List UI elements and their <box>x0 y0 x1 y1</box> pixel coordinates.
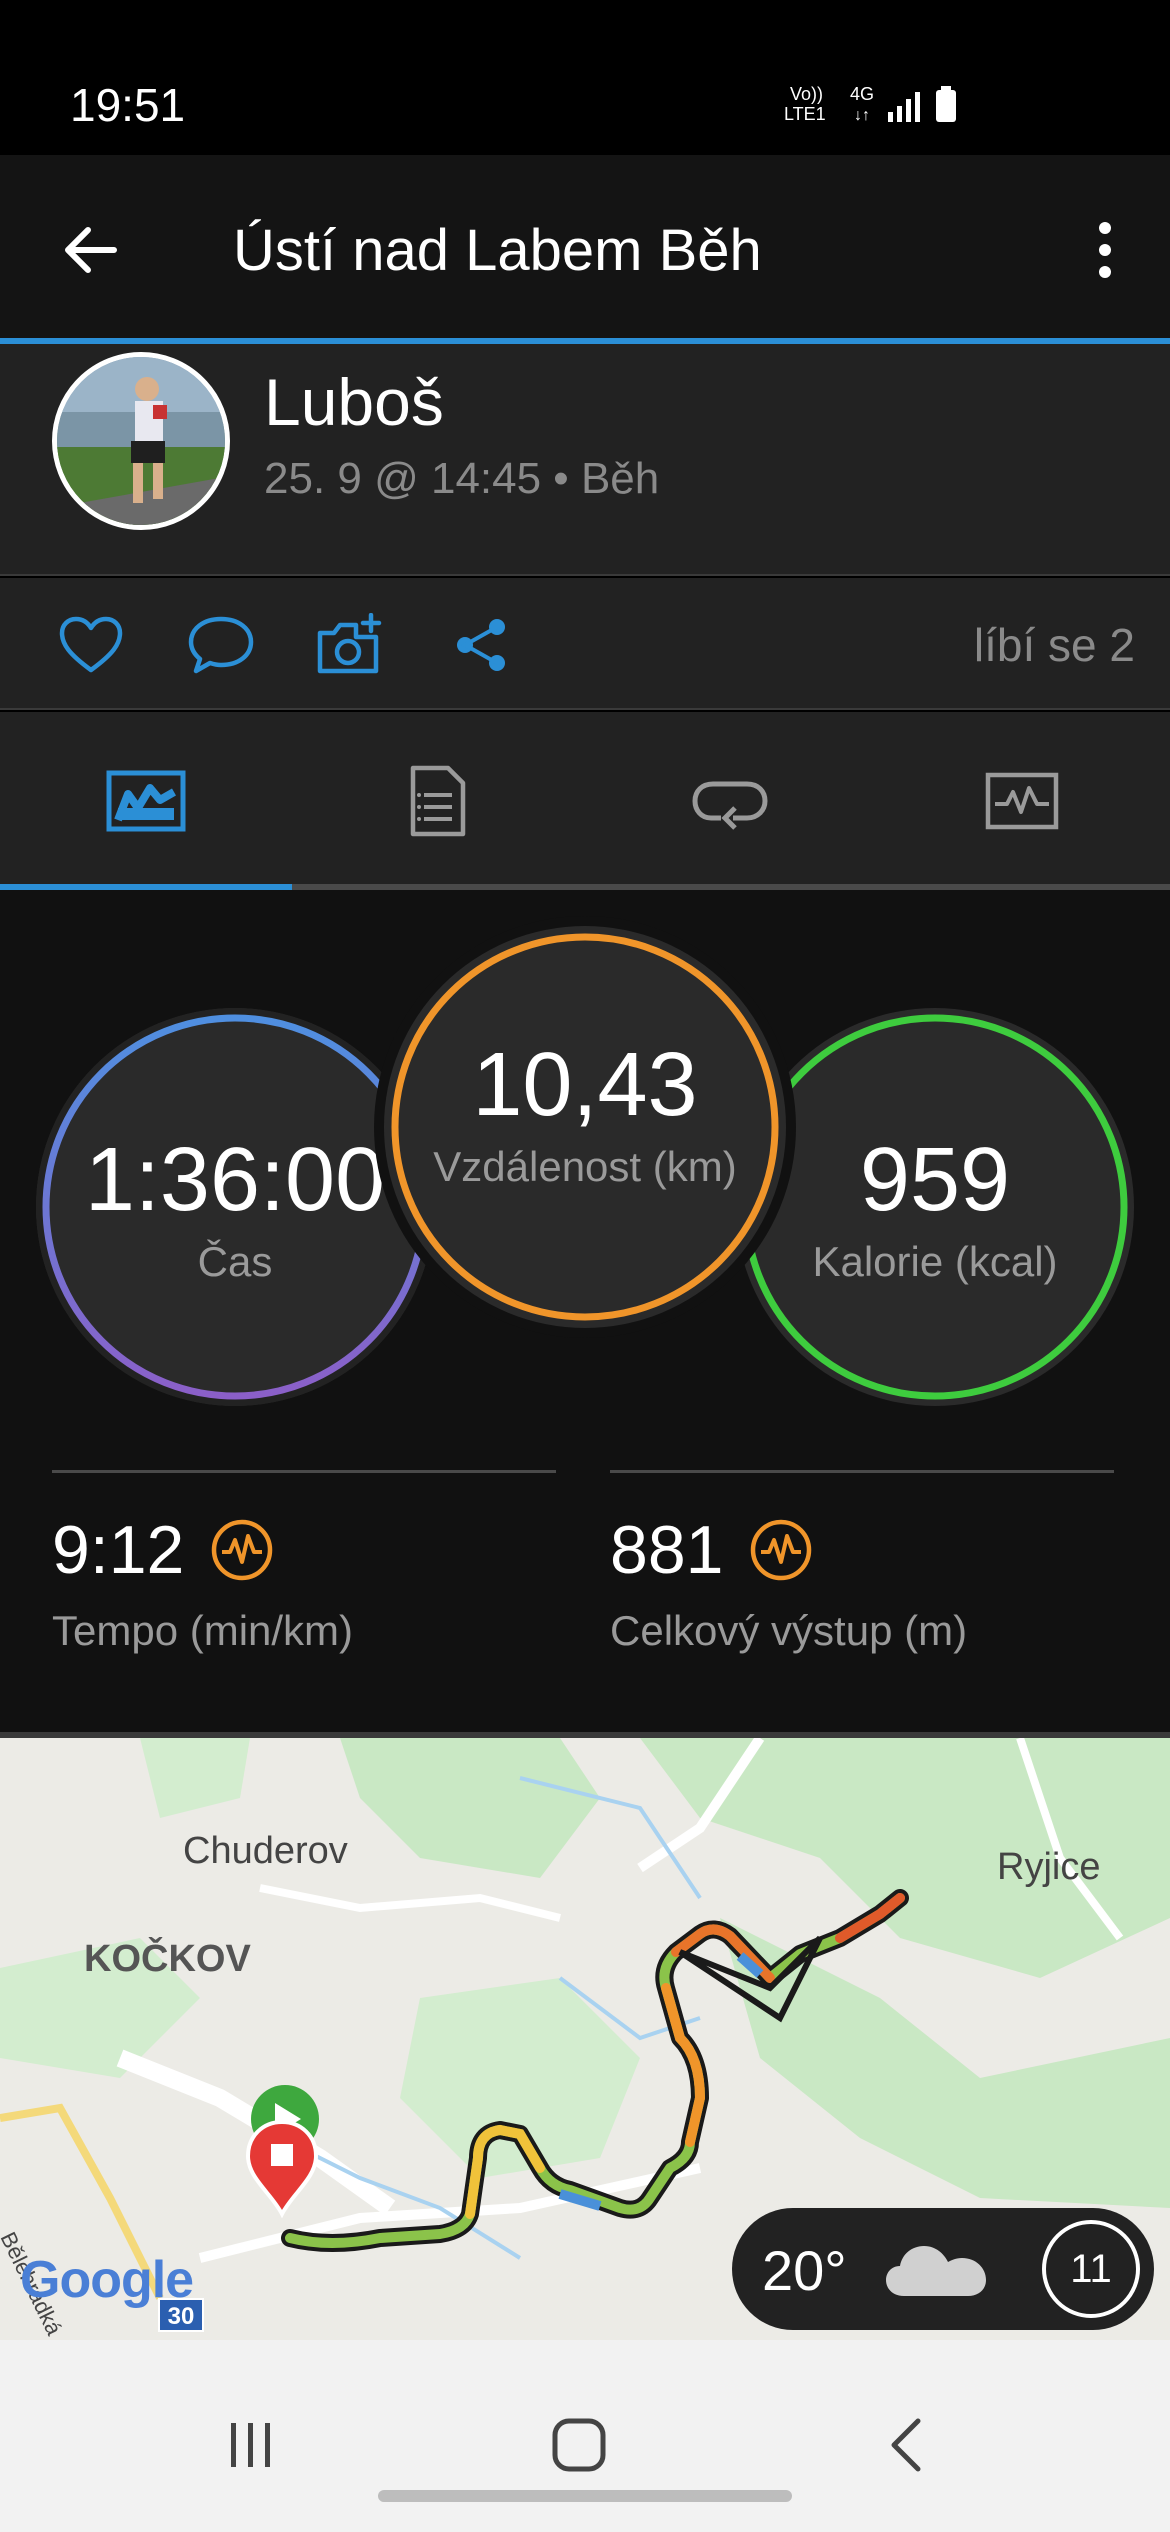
tab-laps[interactable] <box>584 712 876 890</box>
temperature-value: 20° <box>762 2239 847 2302</box>
home-icon <box>552 2418 606 2472</box>
runner-photo <box>57 357 225 525</box>
time-stat-ring: 1:36:00 Čas <box>36 1008 434 1406</box>
like-button[interactable] <box>56 610 126 680</box>
tab-charts[interactable] <box>876 712 1168 890</box>
pace-metric: 9:12 Tempo (min/km) <box>52 1470 556 1655</box>
comment-button[interactable] <box>186 610 256 680</box>
home-button[interactable] <box>534 2400 624 2490</box>
calories-ring-outline <box>742 1014 1128 1400</box>
ascent-value: 881 <box>610 1512 724 1588</box>
distance-stat-ring: 10,43 Vzdálenost (km) <box>384 926 786 1328</box>
system-nav-bar <box>0 2340 1170 2532</box>
camera-plus-icon <box>317 613 382 674</box>
status-time: 19:51 <box>70 79 186 131</box>
wind-speed-value: 11 <box>1070 2246 1112 2291</box>
back-button[interactable] <box>55 215 125 285</box>
status-icons: Vo)) LTE1 4G ↓↑ <box>770 82 970 132</box>
comment-icon <box>188 616 254 674</box>
heart-icon <box>59 616 123 673</box>
tab-bar <box>0 712 1170 890</box>
tab-details[interactable] <box>292 712 584 890</box>
status-bar: 19:51 Vo)) LTE1 4G ↓↑ <box>0 0 1170 155</box>
app-bar: Ústí nad Labem Běh <box>0 155 1170 340</box>
stats-area: 1:36:00 Čas 959 Kalorie (kcal) 10,43 Vzd… <box>0 890 1170 1732</box>
heart-rate-zone-icon[interactable] <box>210 1518 274 1582</box>
finish-marker-icon[interactable] <box>242 2118 322 2218</box>
map-label-chuderov: Chuderov <box>183 1830 348 1872</box>
document-list-icon <box>410 765 466 837</box>
lte-label: LTE1 <box>784 104 826 124</box>
add-photo-button[interactable] <box>316 610 386 680</box>
pace-label: Tempo (min/km) <box>52 1607 354 1654</box>
user-section: Luboš 25. 9 @ 14:45 • Běh <box>0 344 1170 576</box>
summary-chart-icon <box>106 770 186 832</box>
distance-ring-outline <box>391 933 779 1321</box>
laps-loop-icon <box>692 781 768 830</box>
pace-value: 9:12 <box>52 1512 185 1588</box>
map-label-ryjice: Ryjice <box>997 1846 1101 1888</box>
ascent-metric: 881 Celkový výstup (m) <box>610 1470 1114 1655</box>
chevron-left-icon <box>891 2418 921 2472</box>
volte-label: Vo)) <box>790 84 823 104</box>
activity-meta: 25. 9 @ 14:45 • Běh <box>264 454 660 503</box>
share-icon <box>457 619 505 671</box>
wind-speed-indicator: 11 <box>1042 2220 1140 2318</box>
time-ring-gradient <box>42 1014 428 1400</box>
user-name[interactable]: Luboš <box>264 364 444 440</box>
route-map[interactable]: Chuderov KOČKOV Ryjice Bělehrádká 30 Goo… <box>0 1732 1170 2340</box>
arrow-left-icon <box>65 227 117 273</box>
svg-text:↓↑: ↓↑ <box>854 107 870 124</box>
recent-apps-button[interactable] <box>206 2400 296 2490</box>
recent-apps-icon <box>231 2423 270 2467</box>
back-nav-button[interactable] <box>862 2400 952 2490</box>
likes-count[interactable]: líbí se 2 <box>974 618 1135 672</box>
tab-overview[interactable] <box>0 712 292 890</box>
weather-widget[interactable]: 20° 11 <box>732 2208 1154 2330</box>
more-options-button[interactable] <box>1080 210 1130 290</box>
more-vertical-icon <box>1099 222 1111 278</box>
activity-graph-icon <box>985 772 1059 830</box>
google-logo: Google <box>20 2251 194 2309</box>
gesture-handle[interactable] <box>378 2490 792 2502</box>
network-type-label: 4G <box>850 84 874 104</box>
page-title: Ústí nad Labem Běh <box>233 218 762 283</box>
share-button[interactable] <box>446 610 516 680</box>
heart-rate-zone-icon[interactable] <box>749 1518 813 1582</box>
map-label-kockov: KOČKOV <box>84 1938 251 1980</box>
ascent-label: Celkový výstup (m) <box>610 1607 968 1654</box>
calories-stat-ring: 959 Kalorie (kcal) <box>736 1008 1134 1406</box>
avatar[interactable] <box>52 352 230 530</box>
cloud-icon <box>886 2246 986 2296</box>
actions-row: líbí se 2 <box>0 578 1170 710</box>
